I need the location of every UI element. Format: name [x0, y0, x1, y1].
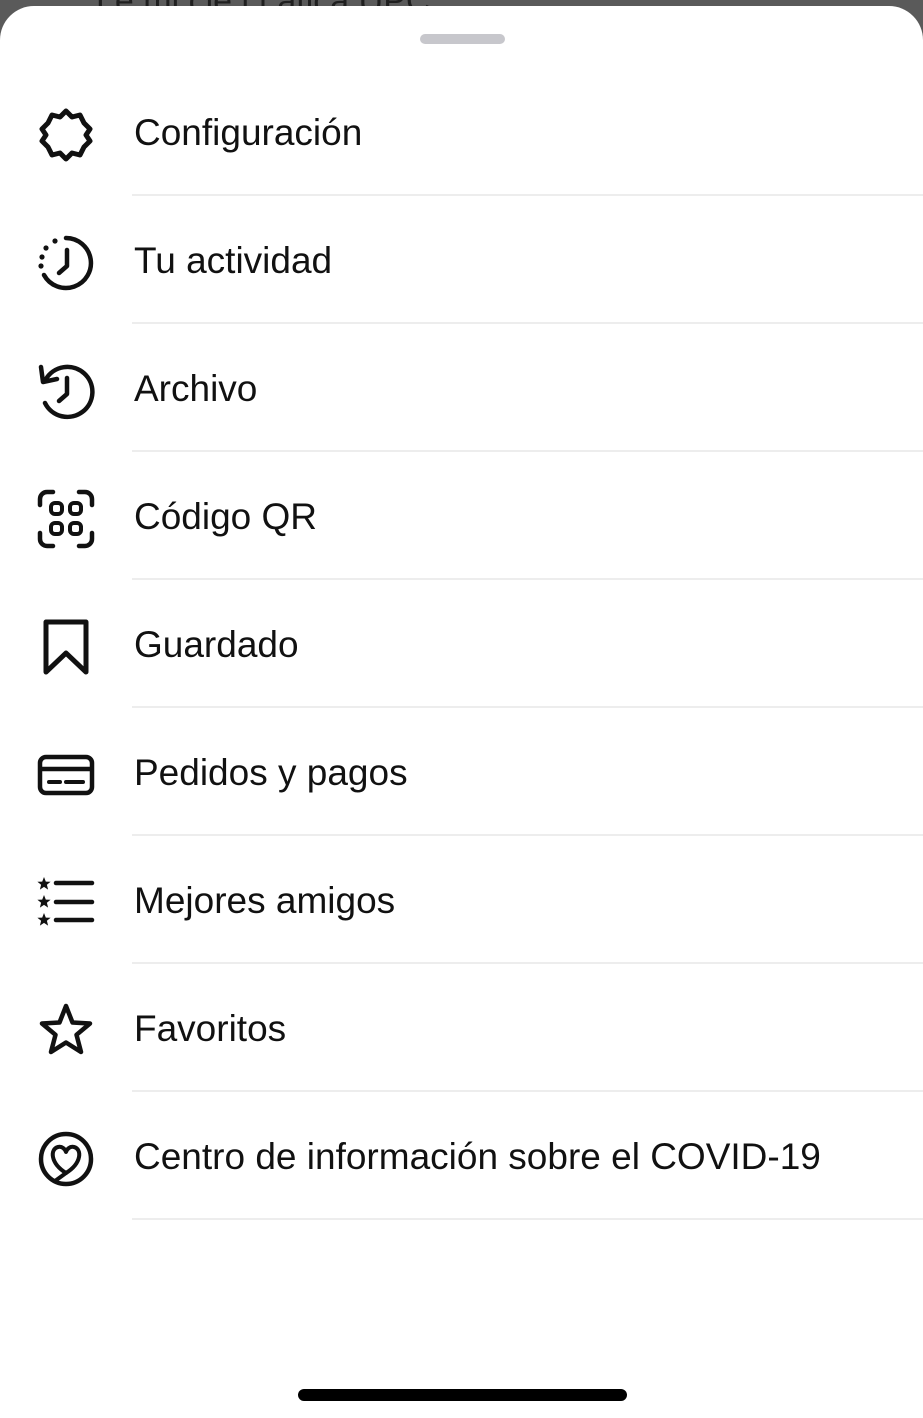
sheet-grabber-handle[interactable] — [420, 34, 505, 44]
menu-item-label: Configuración — [134, 112, 363, 153]
menu-item-label: Mejores amigos — [134, 880, 396, 921]
menu-item-label: Favoritos — [134, 1008, 287, 1049]
menu-item-label: Centro de información sobre el COVID-19 — [134, 1136, 821, 1177]
menu-item-label: Pedidos y pagos — [134, 752, 408, 793]
star-icon — [36, 1001, 96, 1061]
covid-heart-icon — [36, 1129, 96, 1189]
menu-item-label: Guardado — [134, 624, 299, 665]
divider — [132, 1218, 923, 1220]
menu-item-pedidos-y-pagos[interactable]: Pedidos y pagos — [0, 708, 923, 836]
credit-card-icon — [36, 745, 96, 805]
menu-item-label: Tu actividad — [134, 240, 333, 281]
menu-item-configuracion[interactable]: Configuración — [0, 68, 923, 196]
options-menu-list: Configuración Tu actividad Archivo Códig… — [0, 68, 923, 1220]
menu-item-covid-19[interactable]: Centro de información sobre el COVID-19 — [0, 1092, 923, 1220]
menu-item-favoritos[interactable]: Favoritos — [0, 964, 923, 1092]
bookmark-icon — [36, 617, 96, 677]
menu-item-mejores-amigos[interactable]: Mejores amigos — [0, 836, 923, 964]
gear-icon — [36, 105, 96, 165]
menu-item-archivo[interactable]: Archivo — [0, 324, 923, 452]
activity-icon — [36, 233, 96, 293]
home-indicator[interactable] — [298, 1389, 627, 1401]
bottom-sheet-menu: Configuración Tu actividad Archivo Códig… — [0, 6, 923, 1418]
menu-item-tu-actividad[interactable]: Tu actividad — [0, 196, 923, 324]
archive-icon — [36, 361, 96, 421]
menu-item-label: Archivo — [134, 368, 258, 409]
menu-item-guardado[interactable]: Guardado — [0, 580, 923, 708]
close-friends-list-icon — [36, 873, 96, 933]
menu-item-label: Código QR — [134, 496, 318, 537]
qr-code-icon — [36, 489, 96, 549]
menu-item-codigo-qr[interactable]: Código QR — [0, 452, 923, 580]
